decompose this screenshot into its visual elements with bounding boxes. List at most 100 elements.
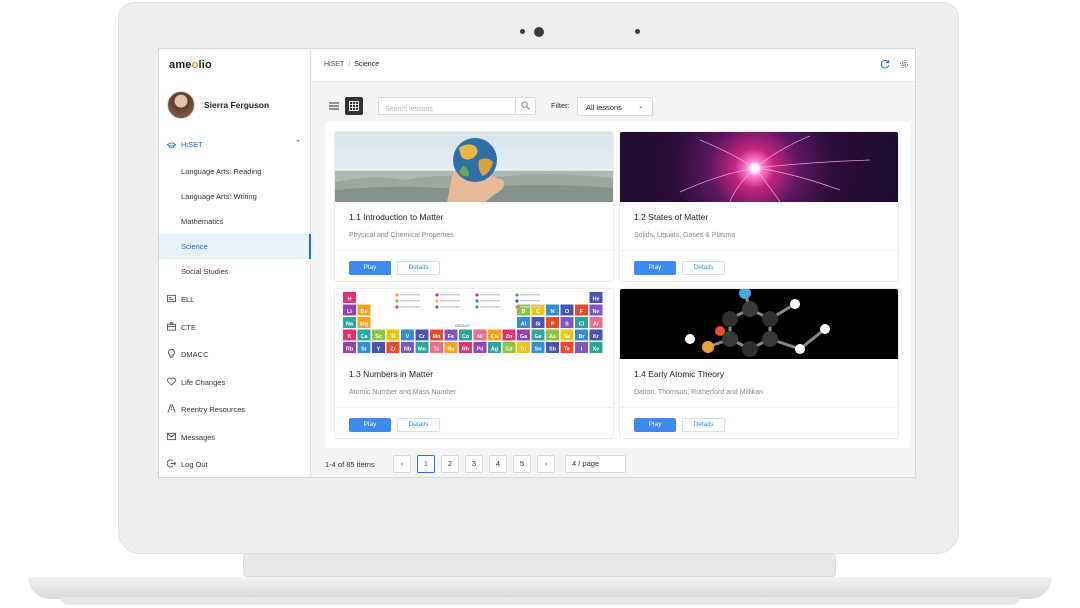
next-page-button[interactable]: › [537,455,555,473]
page-button-2[interactable]: 2 [441,455,459,473]
lesson-subtitle: Atomic Number and Mass Number [349,389,457,396]
sidebar-item-science[interactable]: Science [159,234,311,259]
page-button-3[interactable]: 3 [465,455,483,473]
element-symbol: Ag [491,347,498,353]
element-symbol: Cu [491,334,498,340]
element-symbol: B [522,309,526,315]
legend-dot [435,299,439,303]
legend-line [480,306,500,308]
legend-line [400,300,420,302]
sidebar-item-label: Reentry Resources [181,405,246,415]
user-profile[interactable]: Sierra Ferguson [167,91,269,119]
sidebar-section-hiset[interactable]: HiSET ⌃ [159,133,311,155]
group-label: GROUP [455,323,470,328]
sidebar-item-social-studies[interactable]: Social Studies [159,259,311,284]
element-symbol: Tc [433,347,439,353]
pagination: 1-4 of 85 items ‹ 1 2 3 4 5 › 4 / page [325,455,725,475]
element-symbol: Ge [534,334,541,340]
details-button[interactable]: Details [397,261,440,275]
list-view-button[interactable] [325,97,343,115]
sidebar-item-label: DMACC [181,350,209,360]
search-box [378,97,536,118]
details-button[interactable]: Details [397,418,440,432]
element-symbol: N [551,309,555,315]
sidebar-item-mathematics[interactable]: Mathematics [159,209,311,234]
legend-line [440,294,460,296]
sidebar-item-label: Log Out [181,460,208,470]
grid-view-button[interactable] [345,97,363,115]
sidebar-item-cte[interactable]: CTE [159,314,311,342]
chevron-up-icon[interactable]: ⌃ [295,139,301,147]
sidebar-item-reentry-resources[interactable]: Reentry Resources [159,396,311,424]
sidebar-item-writing[interactable]: Language Arts: Writing [159,184,311,209]
laptop-mockup: ameolio Sierra Ferguson HiSET ⌃ Language… [0,0,1080,608]
element-symbol: O [565,309,570,315]
legend-line [440,306,460,308]
app-logo[interactable]: ameolio [169,59,212,71]
play-button[interactable]: Play [349,418,391,432]
details-button[interactable]: Details [682,261,725,275]
element-symbol: Y [377,347,381,353]
element-symbol: Ne [592,309,599,315]
lesson-subtitle: Dalton, Thomson, Rutherford and Millikan [634,389,764,396]
grid-icon [349,101,359,111]
gear-icon[interactable] [898,59,909,70]
filter-select[interactable]: All lessons ⌄ [577,97,653,116]
sidebar-item-life-changes[interactable]: Life Changes [159,369,311,397]
element-symbol: Ti [391,334,396,340]
camera-led [520,29,525,34]
element-symbol: Sc [375,334,382,340]
page-button-5[interactable]: 5 [513,455,531,473]
element-symbol: In [521,347,527,353]
element-symbol: Al [521,322,527,328]
graduation-icon [165,141,178,150]
legend-line [400,294,420,296]
legend-dot [395,299,399,303]
breadcrumb-root[interactable]: HiSET [324,61,344,68]
sidebar-item-ell[interactable]: ELL [159,286,311,314]
element-symbol: Fe [448,334,454,340]
sidebar-item-log-out[interactable]: Log Out [159,451,311,477]
filter-value: All lessons [586,103,622,112]
laptop-base-shadow [60,597,1020,605]
lesson-title: 1.3 Numbers in Matter [349,369,434,379]
avatar [167,91,195,119]
legend-dot [515,293,519,297]
legend-dot [395,293,399,297]
laptop-hinge [243,553,836,577]
refresh-icon[interactable] [879,59,890,70]
heart-icon [167,377,176,386]
sidebar-item-dmacc[interactable]: DMACC [159,341,311,369]
play-button[interactable]: Play [634,261,676,275]
breadcrumb-separator: / [348,61,351,68]
lesson-image-molecule [620,289,898,359]
sidebar-item-reading[interactable]: Language Arts: Reading [159,159,311,184]
legend-dot [435,305,439,309]
legend-dot [475,299,479,303]
legend-dot [475,293,479,297]
search-input[interactable] [379,101,514,118]
legend-dot [515,299,519,303]
page-button-4[interactable]: 4 [489,455,507,473]
sidebar-item-messages[interactable]: Messages [159,424,311,452]
element-symbol: Se [564,334,571,340]
play-button[interactable]: Play [634,418,676,432]
legend-line [480,300,500,302]
lesson-title: 1.4 Early Atomic Theory [634,369,725,379]
element-symbol: H [348,297,352,303]
search-icon [521,101,530,110]
page-button-1[interactable]: 1 [417,455,435,473]
pagination-total: 1-4 of 85 items [325,460,375,469]
element-symbol: Be [360,309,367,315]
logo-text: lio [198,59,212,71]
lesson-subtitle: Solids, Liquids, Gases & Plasma [634,232,736,239]
legend-line [520,306,540,308]
page-size-select[interactable]: 4 / page [565,455,626,473]
logout-icon [166,459,177,468]
details-button[interactable]: Details [682,418,725,432]
search-button[interactable] [515,98,535,114]
lesson-card: H Li Na K Rb He B C N O F Ne Al Si P S Cl Ar Ca Sc Ti V Cr Mn Fe… [334,288,614,439]
prev-page-button[interactable]: ‹ [393,455,411,473]
sidebar-item-label: ELL [181,295,195,305]
play-button[interactable]: Play [349,261,391,275]
